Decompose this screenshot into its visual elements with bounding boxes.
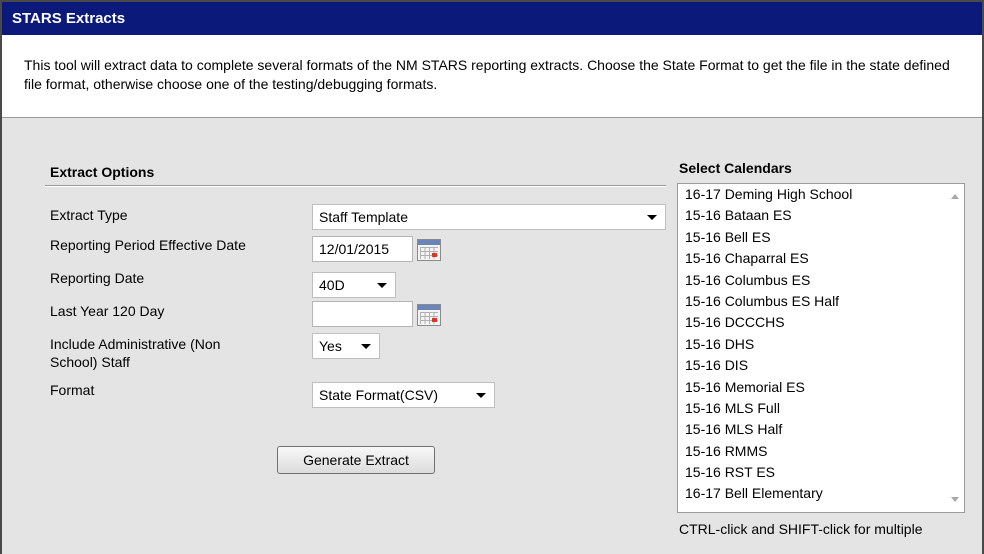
- calendar-list-item[interactable]: 15-16 Bataan ES: [678, 205, 964, 226]
- calendar-list-item[interactable]: 15-16 DCCCHS: [678, 312, 964, 333]
- select-calendars-title: Select Calendars: [679, 160, 792, 176]
- calendar-list-item[interactable]: 15-16 Bell ES: [678, 227, 964, 248]
- listbox-scrollbar[interactable]: [947, 184, 964, 512]
- calendar-list-item[interactable]: 16-17 Deming High School: [678, 184, 964, 205]
- calendar-list-item[interactable]: 15-16 Columbus ES: [678, 270, 964, 291]
- last-year-120-day-input[interactable]: [312, 301, 413, 327]
- calendar-list-item[interactable]: 15-16 Columbus ES Half: [678, 291, 964, 312]
- format-label: Format: [50, 382, 95, 398]
- chevron-down-icon: [377, 283, 387, 288]
- reporting-period-effective-date-input[interactable]: 12/01/2015: [312, 236, 413, 262]
- extract-type-select[interactable]: Staff Template: [312, 204, 666, 230]
- calendar-list-item[interactable]: 15-16 RMMS: [678, 441, 964, 462]
- calendar-icon[interactable]: [417, 239, 441, 261]
- chevron-down-icon: [476, 393, 486, 398]
- section-divider-highlight: [45, 186, 666, 187]
- chevron-down-icon: [647, 215, 657, 220]
- scroll-up-icon[interactable]: [951, 194, 959, 199]
- calendar-list-item[interactable]: 15-16 MLS Full: [678, 398, 964, 419]
- include-admin-staff-label: Include Administrative (Non School) Staf…: [50, 336, 221, 370]
- reporting-period-effective-date-value: 12/01/2015: [319, 241, 390, 257]
- calendar-list-item[interactable]: 15-16 DHS: [678, 334, 964, 355]
- extract-options-title: Extract Options: [50, 164, 155, 180]
- reporting-date-label: Reporting Date: [50, 270, 145, 286]
- calendar-list-item[interactable]: 15-16 RST ES: [678, 462, 964, 483]
- generate-extract-button[interactable]: Generate Extract: [277, 446, 435, 474]
- chevron-down-icon: [361, 344, 371, 349]
- reporting-date-value: 40D: [319, 277, 345, 293]
- multi-select-hint: CTRL-click and SHIFT-click for multiple: [679, 521, 923, 537]
- scroll-down-icon[interactable]: [951, 497, 959, 502]
- include-admin-staff-value: Yes: [319, 338, 342, 354]
- calendar-icon[interactable]: [417, 304, 441, 326]
- reporting-date-select[interactable]: 40D: [312, 272, 396, 298]
- description-text: This tool will extract data to complete …: [24, 57, 950, 92]
- window-title: STARS Extracts: [2, 2, 982, 35]
- calendar-list-item[interactable]: 15-16 Chaparral ES: [678, 248, 964, 269]
- last-year-120-day-label: Last Year 120 Day: [50, 303, 165, 319]
- extract-type-value: Staff Template: [319, 209, 408, 225]
- calendar-list-item[interactable]: 15-16 DIS: [678, 355, 964, 376]
- include-admin-staff-select[interactable]: Yes: [312, 333, 380, 359]
- calendar-list-item[interactable]: 15-16 Memorial ES: [678, 377, 964, 398]
- description-panel: This tool will extract data to complete …: [2, 35, 982, 117]
- format-select[interactable]: State Format(CSV): [312, 382, 495, 408]
- calendar-list-item[interactable]: 16-17 Bell Elementary: [678, 483, 964, 504]
- extract-type-label: Extract Type: [50, 207, 128, 223]
- calendars-listbox[interactable]: 16-17 Deming High School 15-16 Bataan ES 1…: [677, 183, 965, 513]
- format-value: State Format(CSV): [319, 387, 439, 403]
- calendar-list: 16-17 Deming High School 15-16 Bataan ES 1…: [678, 184, 964, 505]
- calendar-list-item[interactable]: 15-16 MLS Half: [678, 419, 964, 440]
- reporting-period-effective-date-label: Reporting Period Effective Date: [50, 237, 246, 253]
